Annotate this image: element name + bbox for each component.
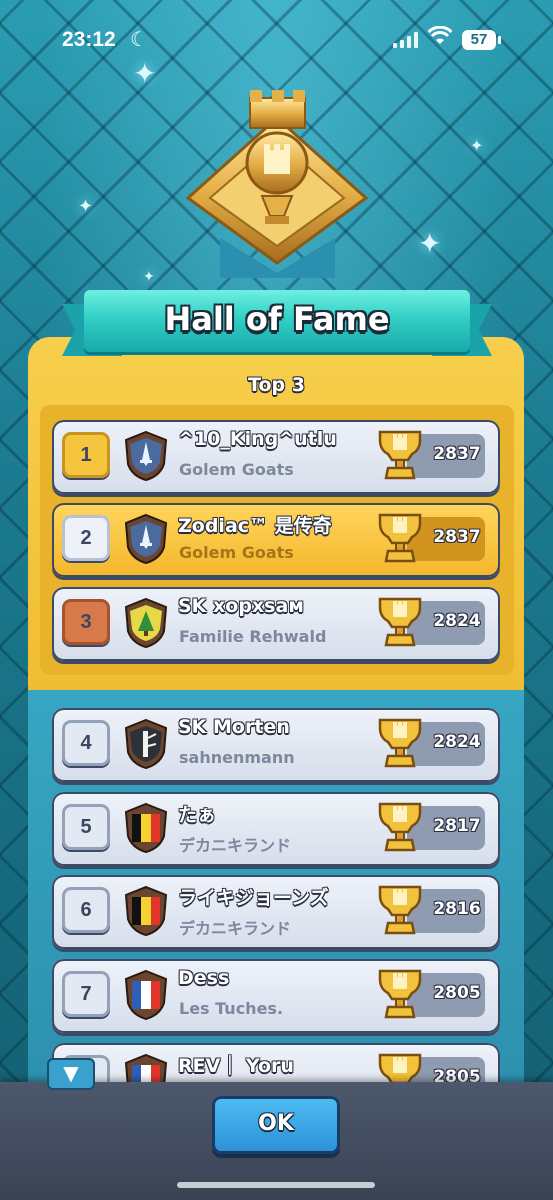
sparkle-icon: ✦ <box>143 269 155 285</box>
sparkle-icon: ✦ <box>418 227 442 260</box>
flag-france-icon <box>124 969 168 1021</box>
clan-name: デカニキランド <box>179 919 292 938</box>
flag-belgium-icon <box>124 802 168 854</box>
rank-badge: 7 <box>62 971 110 1017</box>
rank-badge: 5 <box>62 804 110 850</box>
sparkle-icon: ✦ <box>470 136 484 155</box>
trophy-count: 2817 <box>433 816 481 836</box>
trophy-count: 2837 <box>433 527 481 547</box>
trophy-count: 2837 <box>433 444 481 464</box>
leaderboard-row[interactable]: 6 ライキジョーンズ デカニキランド 2816 <box>52 875 500 949</box>
clan-name: Familie Rehwald <box>179 627 327 646</box>
player-name: SK xopxsaм <box>178 595 304 617</box>
trophy-icon <box>378 802 422 852</box>
player-name: Zodiac™ 是传奇 <box>178 515 332 537</box>
leaderboard-row[interactable]: 1 ^10_King^utlu Golem Goats 2837 <box>52 420 500 494</box>
hall-of-fame-trophy-icon <box>185 90 369 278</box>
trophy-icon <box>378 430 422 480</box>
shield-tree-icon <box>124 597 168 649</box>
wifi-icon <box>427 25 453 52</box>
sparkle-icon: ✦ <box>78 196 94 217</box>
clan-name: sahnenmann <box>179 748 295 767</box>
leaderboard-row[interactable]: 7 Dess Les Tuches. 2805 <box>52 959 500 1033</box>
signal-icon <box>393 32 418 48</box>
player-name: ライキジョーンズ <box>178 887 329 909</box>
top3-subtitle: Top 3 <box>248 374 305 396</box>
trophy-icon <box>378 597 422 647</box>
trophy-count: 2805 <box>433 983 481 1003</box>
flag-belgium-icon <box>124 885 168 937</box>
status-time: 23:12 <box>62 28 116 51</box>
clan-name: Golem Goats <box>179 543 294 562</box>
rank-badge: 3 <box>62 599 110 645</box>
player-name: SK Morten <box>178 716 290 738</box>
player-name: REV｜ Yoru <box>178 1055 294 1077</box>
shield-bamboo-icon <box>124 718 168 770</box>
player-name: Dess <box>178 967 230 989</box>
leaderboard-row[interactable]: 4 SK Morten sahnenmann 2824 <box>52 708 500 782</box>
rank-badge: 1 <box>62 432 110 478</box>
rank-badge: 4 <box>62 720 110 766</box>
trophy-count: 2824 <box>433 611 481 631</box>
trophy-icon <box>378 718 422 768</box>
trophy-icon <box>378 513 422 563</box>
trophy-count: 2816 <box>433 899 481 919</box>
leaderboard-row[interactable]: 2 Zodiac™ 是传奇 Golem Goats 2837 <box>52 503 500 577</box>
moon-icon: ☾ <box>130 27 148 51</box>
shield-sword-icon <box>124 430 168 482</box>
home-indicator[interactable] <box>177 1182 375 1188</box>
shield-sword-icon <box>124 513 168 565</box>
leaderboard-row[interactable]: 5 たぁデカニキランド 2817 <box>52 792 500 866</box>
battery-icon: 57 <box>462 30 501 50</box>
ok-button[interactable]: OK <box>212 1096 340 1154</box>
clan-name: Golem Goats <box>179 460 294 479</box>
rank-badge: 6 <box>62 887 110 933</box>
trophy-icon <box>378 885 422 935</box>
player-name: ^10_King^utlu <box>178 428 337 450</box>
scroll-down-button[interactable]: ▼ <box>47 1058 95 1090</box>
trophy-icon <box>378 969 422 1019</box>
leaderboard-row[interactable]: 3 SK xopxsaм Familie Rehwald 2824 <box>52 587 500 661</box>
page-title: Hall of Fame <box>164 300 390 338</box>
trophy-count: 2824 <box>433 732 481 752</box>
rank-badge: 2 <box>62 515 110 561</box>
title-ribbon: Hall of Fame <box>62 290 492 362</box>
player-name: たぁ <box>178 804 217 826</box>
clan-name: デカニキランド <box>179 836 292 855</box>
status-bar: 23:12 ☾ 57 <box>0 0 553 80</box>
clan-name: Les Tuches. <box>179 999 284 1018</box>
